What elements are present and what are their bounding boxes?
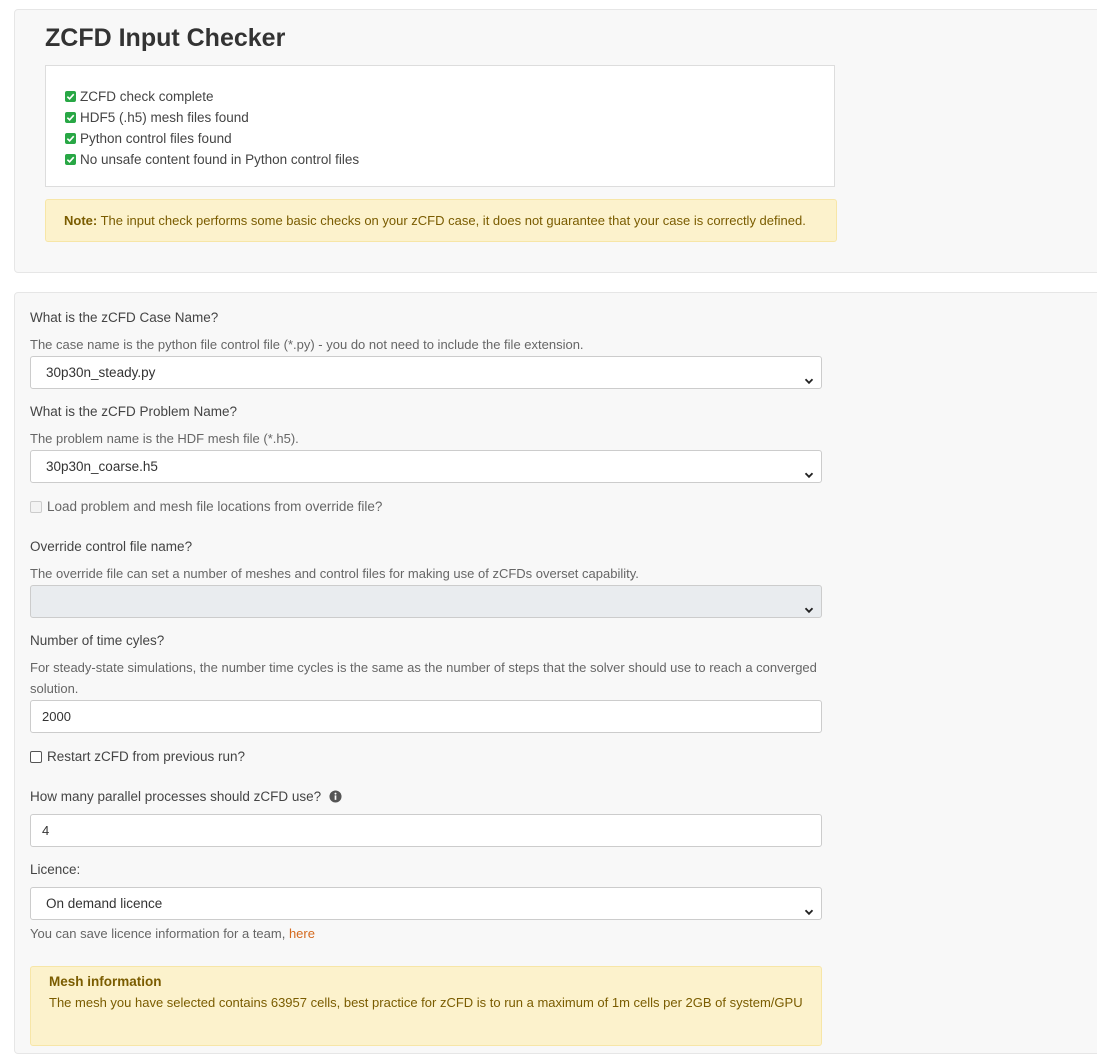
problem-name-select[interactable]: 30p30n_coarse.h5	[30, 450, 822, 483]
time-cycles-input[interactable]: 2000	[30, 700, 822, 733]
licence-help-text: You can save licence information for a t…	[30, 926, 289, 941]
problem-name-help: The problem name is the HDF mesh file (*…	[30, 431, 299, 446]
case-name-label: What is the zCFD Case Name?	[30, 310, 219, 325]
parallel-processes-input[interactable]: 4	[30, 814, 822, 847]
chevron-down-icon	[803, 367, 815, 398]
check-results-box: ZCFD check complete HDF5 (.h5) mesh file…	[45, 65, 835, 187]
check-item-label: HDF5 (.h5) mesh files found	[80, 110, 249, 125]
page-title: ZCFD Input Checker	[45, 24, 286, 52]
licence-select[interactable]: On demand licence	[30, 887, 822, 920]
override-checkbox-label: Load problem and mesh file locations fro…	[47, 499, 383, 514]
check-item: No unsafe content found in Python contro…	[65, 149, 834, 170]
check-item-label: Python control files found	[80, 131, 232, 146]
check-item-label: ZCFD check complete	[80, 89, 214, 104]
licence-here-link[interactable]: here	[289, 926, 315, 941]
override-checkbox[interactable]	[30, 500, 42, 513]
case-name-select[interactable]: 30p30n_steady.py	[30, 356, 822, 389]
parallel-label-row: How many parallel processes should zCFD …	[30, 789, 342, 806]
mesh-info-alert: Mesh information The mesh you have selec…	[30, 966, 822, 1046]
checkbox-checked-icon	[65, 91, 76, 102]
time-cycles-help: For steady-state simulations, the number…	[30, 660, 817, 696]
override-name-select[interactable]	[30, 585, 822, 618]
info-circle-icon[interactable]	[329, 790, 342, 806]
parallel-processes-value: 4	[42, 823, 50, 838]
override-checkbox-row: Load problem and mesh file locations fro…	[30, 499, 382, 514]
chevron-down-icon	[803, 596, 815, 627]
mesh-info-text: The mesh you have selected contains 6395…	[49, 995, 803, 1010]
restart-checkbox[interactable]	[30, 750, 42, 763]
chevron-down-icon	[803, 461, 815, 492]
parallel-label: How many parallel processes should zCFD …	[30, 789, 322, 804]
restart-checkbox-row: Restart zCFD from previous run?	[30, 749, 245, 764]
override-name-label: Override control file name?	[30, 539, 193, 554]
note-alert: Note: The input check performs some basi…	[45, 199, 837, 242]
checkbox-checked-icon	[65, 154, 76, 165]
case-name-help: The case name is the python file control…	[30, 337, 584, 352]
time-cycles-value: 2000	[42, 709, 71, 724]
check-item: ZCFD check complete	[65, 86, 834, 107]
note-label: Note:	[64, 213, 98, 228]
check-item: HDF5 (.h5) mesh files found	[65, 107, 834, 128]
checkbox-checked-icon	[65, 112, 76, 123]
check-item-label: No unsafe content found in Python contro…	[80, 152, 360, 167]
restart-checkbox-label: Restart zCFD from previous run?	[47, 749, 246, 764]
override-name-help: The override file can set a number of me…	[30, 566, 639, 581]
case-name-value: 30p30n_steady.py	[46, 365, 156, 380]
problem-name-label: What is the zCFD Problem Name?	[30, 404, 238, 419]
mesh-info-title: Mesh information	[49, 974, 162, 989]
note-text: The input check performs some basic chec…	[97, 213, 806, 228]
checkbox-checked-icon	[65, 133, 76, 144]
licence-value: On demand licence	[46, 896, 163, 911]
time-cycles-label: Number of time cyles?	[30, 633, 165, 648]
check-item: Python control files found	[65, 128, 834, 149]
licence-label: Licence:	[30, 862, 81, 877]
input-checker-card: ZCFD Input Checker ZCFD check complete H…	[14, 9, 1097, 273]
licence-help: You can save licence information for a t…	[30, 923, 830, 944]
problem-name-value: 30p30n_coarse.h5	[46, 459, 158, 474]
